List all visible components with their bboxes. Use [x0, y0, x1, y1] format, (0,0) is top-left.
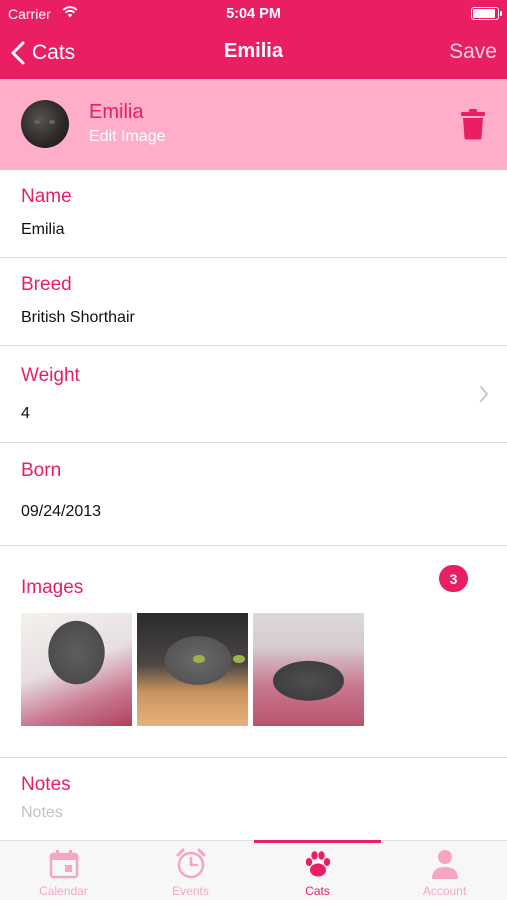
- notes-row[interactable]: Notes Notes: [0, 758, 507, 840]
- cat-image-thumbnail[interactable]: [137, 613, 248, 726]
- person-icon: [432, 850, 458, 879]
- tab-label: Events: [172, 884, 209, 898]
- breed-row[interactable]: Breed British Shorthair: [0, 258, 507, 346]
- header: Carrier 5:04 PM Cats Emilia Save: [0, 0, 507, 79]
- avatar-eye: [34, 120, 40, 124]
- images-count-badge: 3: [439, 565, 468, 592]
- breed-field[interactable]: British Shorthair: [21, 309, 135, 327]
- profile-name: Emilia: [89, 101, 144, 123]
- tab-cats[interactable]: Cats: [254, 841, 381, 900]
- born-label: Born: [21, 460, 62, 481]
- tab-label: Calendar: [39, 884, 88, 898]
- thumbnail-eye: [233, 655, 245, 663]
- thumbnail-eye: [193, 655, 205, 663]
- name-row[interactable]: Name Emilia: [0, 170, 507, 258]
- avatar-eye: [49, 120, 55, 124]
- name-field[interactable]: Emilia: [21, 221, 65, 239]
- tab-events[interactable]: Events: [127, 841, 254, 900]
- paw-icon: [305, 851, 331, 877]
- status-bar: Carrier 5:04 PM: [0, 0, 507, 28]
- images-label: Images: [21, 577, 84, 598]
- born-row[interactable]: Born 09/24/2013: [0, 443, 507, 546]
- alarm-clock-icon: [176, 848, 206, 879]
- tab-label: Account: [422, 884, 467, 898]
- cat-image-thumbnail[interactable]: [21, 613, 132, 726]
- tab-label: Cats: [305, 884, 330, 898]
- edit-image-link[interactable]: Edit Image: [89, 128, 165, 146]
- page-title: Emilia: [224, 40, 283, 62]
- avatar[interactable]: [21, 100, 69, 148]
- save-button[interactable]: Save: [449, 40, 497, 64]
- tab-calendar[interactable]: Calendar: [0, 841, 127, 900]
- trash-icon[interactable]: [460, 108, 486, 140]
- status-time: 5:04 PM: [226, 6, 281, 22]
- cat-image-thumbnail[interactable]: [253, 613, 364, 726]
- weight-row[interactable]: Weight 4: [0, 346, 507, 443]
- notes-field[interactable]: Notes: [21, 804, 63, 822]
- born-field[interactable]: 09/24/2013: [21, 503, 101, 521]
- back-label: Cats: [32, 41, 76, 64]
- chevron-left-icon: [11, 41, 25, 65]
- name-label: Name: [21, 186, 72, 207]
- battery-icon: [471, 7, 502, 20]
- profile-banner: Emilia Edit Image: [0, 79, 507, 170]
- chevron-right-icon: [480, 386, 488, 402]
- tab-bar: Calendar Events Cats Account: [0, 840, 507, 900]
- breed-label: Breed: [21, 274, 72, 295]
- tab-account[interactable]: Account: [381, 841, 507, 900]
- battery-fill: [473, 9, 495, 18]
- weight-label: Weight: [21, 365, 80, 386]
- notes-label: Notes: [21, 774, 71, 795]
- back-button[interactable]: Cats: [10, 38, 75, 68]
- weight-field[interactable]: 4: [21, 405, 30, 423]
- calendar-icon: [49, 850, 79, 879]
